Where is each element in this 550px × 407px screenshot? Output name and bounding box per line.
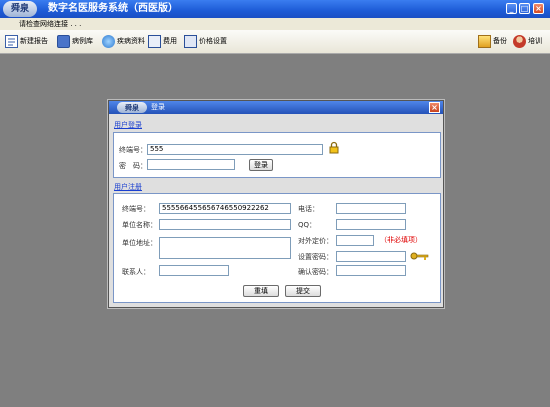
confirm-password-input[interactable] — [336, 265, 406, 276]
set-password-input[interactable] — [336, 251, 406, 262]
register-section-title: 用户注册 — [114, 183, 142, 191]
toolbar-price-settings-label: 价格设置 — [199, 37, 227, 45]
toolbar-case-library-label: 病例库 — [72, 37, 93, 45]
reset-button[interactable]: 重填 — [243, 285, 279, 297]
submit-button[interactable]: 提交 — [285, 285, 321, 297]
fee-icon — [148, 35, 161, 48]
toolbar-case-library-button[interactable]: 病例库 — [57, 33, 93, 50]
login-section-title: 用户登录 — [114, 121, 142, 129]
toolbar-disease-info-button[interactable]: 疾病资料 — [102, 33, 145, 50]
toolbar-backup-button[interactable]: 备份 — [478, 33, 507, 50]
external-price-input[interactable] — [336, 235, 374, 246]
phone-input[interactable] — [336, 203, 406, 214]
window-title: 数字名医服务系统（西医版） — [48, 3, 178, 14]
login-terminal-input[interactable]: 555 — [147, 144, 323, 155]
toolbar-backup-label: 备份 — [493, 37, 507, 45]
title-bar: 舜泉 数字名医服务系统（西医版） _ □ × — [0, 0, 550, 18]
training-icon — [513, 35, 526, 48]
minimize-button[interactable]: _ — [506, 3, 517, 14]
key-icon — [410, 250, 429, 262]
login-dialog: 舜泉 登录 × 用户登录 终端号： 555 密 码： 登录 用户注册 终端号： … — [108, 100, 444, 308]
register-terminal-label: 终端号： — [122, 205, 150, 213]
login-password-input[interactable] — [147, 159, 235, 170]
toolbar-new-report-label: 新建报告 — [20, 37, 48, 45]
register-panel: 终端号： 555566455656746550922262 单位名称： 单位地址… — [113, 193, 441, 303]
dialog-close-button[interactable]: × — [429, 102, 440, 113]
set-password-label: 设置密码： — [298, 253, 333, 261]
toolbar-training-button[interactable]: 培训 — [513, 33, 542, 50]
toolbar: 新建报告 病例库 疾病资料 费用 价格设置 备份 培训 — [0, 30, 550, 54]
register-terminal-input[interactable]: 555566455656746550922262 — [159, 203, 291, 214]
confirm-password-label: 确认密码： — [298, 268, 333, 276]
lock-icon — [329, 141, 339, 154]
qq-input[interactable] — [336, 219, 406, 230]
toolbar-training-label: 培训 — [528, 37, 542, 45]
qq-label: QQ： — [298, 221, 317, 229]
login-terminal-label: 终端号： — [119, 146, 147, 154]
dialog-title-bar: 舜泉 登录 × — [109, 101, 443, 114]
unit-address-label: 单位地址： — [122, 239, 157, 247]
app-logo: 舜泉 — [3, 1, 37, 17]
toolbar-fee-label: 费用 — [163, 37, 177, 45]
required-note: （非必填项） — [380, 236, 422, 244]
dialog-logo: 舜泉 — [117, 102, 147, 113]
new-report-icon — [5, 35, 18, 48]
toolbar-fee-button[interactable]: 费用 — [148, 33, 177, 50]
disease-info-icon — [102, 35, 115, 48]
unit-address-textarea[interactable] — [159, 237, 291, 259]
unit-name-input[interactable] — [159, 219, 291, 230]
toolbar-disease-info-label: 疾病资料 — [117, 37, 145, 45]
external-price-label: 对外定价： — [298, 237, 333, 245]
contact-input[interactable] — [159, 265, 229, 276]
maximize-button[interactable]: □ — [519, 3, 530, 14]
toolbar-new-report-button[interactable]: 新建报告 — [5, 33, 48, 50]
status-bar: 请检查网络连接 . . . — [0, 18, 550, 30]
backup-icon — [478, 35, 491, 48]
contact-label: 联系人： — [122, 268, 150, 276]
connection-status-text: 请检查网络连接 . . . — [19, 20, 82, 28]
close-button[interactable]: × — [533, 3, 544, 14]
phone-label: 电话： — [298, 205, 319, 213]
login-password-label: 密 码： — [119, 162, 147, 170]
price-settings-icon — [184, 35, 197, 48]
unit-name-label: 单位名称： — [122, 221, 157, 229]
toolbar-price-settings-button[interactable]: 价格设置 — [184, 33, 227, 50]
dialog-title: 登录 — [151, 103, 165, 111]
login-panel: 终端号： 555 密 码： 登录 — [113, 132, 441, 178]
case-library-icon — [57, 35, 70, 48]
login-button[interactable]: 登录 — [249, 159, 273, 171]
